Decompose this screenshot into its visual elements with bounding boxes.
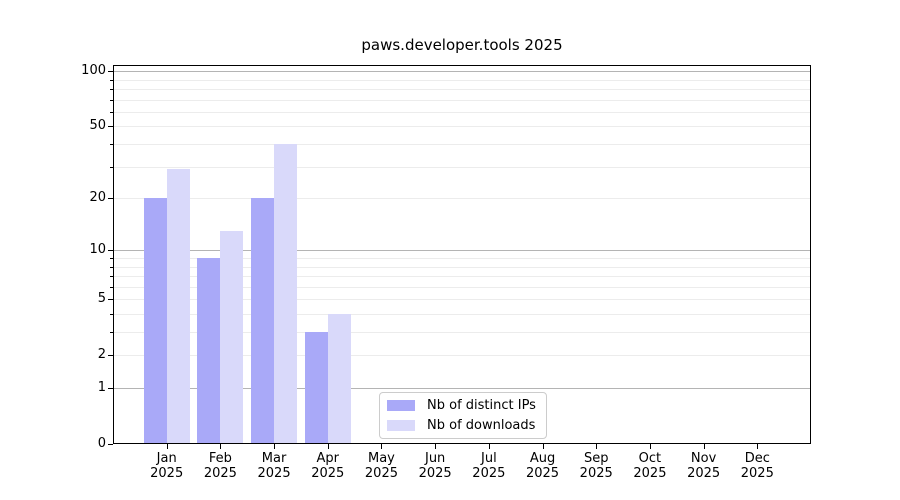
bar-downloads-feb xyxy=(220,231,243,444)
x-tick-month: Dec xyxy=(729,451,785,466)
x-tick-mark xyxy=(381,444,382,449)
x-tick-year: 2025 xyxy=(729,466,785,481)
x-tick-month: Jun xyxy=(407,451,463,466)
x-tick-mark xyxy=(435,444,436,449)
x-tick-label-nov: Nov2025 xyxy=(676,451,732,481)
chart-figure: paws.developer.tools 2025 0125102050100 … xyxy=(0,0,900,500)
x-tick-year: 2025 xyxy=(353,466,409,481)
x-tick-year: 2025 xyxy=(139,466,195,481)
x-tick-month: Jan xyxy=(139,451,195,466)
gridline-minor xyxy=(113,112,811,113)
x-tick-label-oct: Oct2025 xyxy=(622,451,678,481)
x-tick-month: Oct xyxy=(622,451,678,466)
y-tick-label: 20 xyxy=(40,190,106,206)
gridline-minor xyxy=(113,89,811,90)
x-tick-label-jan: Jan2025 xyxy=(139,451,195,481)
chart-title: paws.developer.tools 2025 xyxy=(113,36,811,54)
x-tick-mark xyxy=(167,444,168,449)
y-tick-label: 0 xyxy=(40,436,106,452)
legend-item-downloads: Nb of downloads xyxy=(387,418,536,433)
plot-area xyxy=(113,65,811,444)
x-tick-mark xyxy=(704,444,705,449)
x-tick-mark xyxy=(220,444,221,449)
x-tick-year: 2025 xyxy=(676,466,732,481)
y-tick-label: 50 xyxy=(40,118,106,134)
x-tick-month: Apr xyxy=(300,451,356,466)
x-tick-label-feb: Feb2025 xyxy=(192,451,248,481)
x-tick-mark xyxy=(757,444,758,449)
legend-item-distinct-ips: Nb of distinct IPs xyxy=(387,398,536,413)
gridline-minor xyxy=(113,126,811,127)
x-tick-label-jul: Jul2025 xyxy=(461,451,517,481)
x-tick-year: 2025 xyxy=(192,466,248,481)
x-tick-mark xyxy=(274,444,275,449)
bar-distinct-ips-apr xyxy=(305,332,328,444)
gridline-minor xyxy=(113,198,811,199)
bar-distinct-ips-mar xyxy=(251,198,274,444)
x-tick-label-jun: Jun2025 xyxy=(407,451,463,481)
x-tick-label-may: May2025 xyxy=(353,451,409,481)
bar-distinct-ips-feb xyxy=(197,258,220,444)
y-tick-label: 10 xyxy=(40,242,106,258)
x-tick-month: Mar xyxy=(246,451,302,466)
gridline-minor xyxy=(113,100,811,101)
x-tick-month: Nov xyxy=(676,451,732,466)
x-tick-month: May xyxy=(353,451,409,466)
x-tick-label-dec: Dec2025 xyxy=(729,451,785,481)
legend-swatch-distinct-ips xyxy=(387,400,415,411)
legend-label-downloads: Nb of downloads xyxy=(427,418,535,433)
x-tick-label-apr: Apr2025 xyxy=(300,451,356,481)
legend: Nb of distinct IPs Nb of downloads xyxy=(379,392,547,439)
x-tick-month: Jul xyxy=(461,451,517,466)
bar-distinct-ips-jan xyxy=(144,198,167,444)
x-tick-mark xyxy=(650,444,651,449)
x-tick-label-sep: Sep2025 xyxy=(568,451,624,481)
y-tick-mark xyxy=(108,444,113,445)
gridline-minor xyxy=(113,80,811,81)
x-tick-year: 2025 xyxy=(622,466,678,481)
x-tick-label-mar: Mar2025 xyxy=(246,451,302,481)
legend-label-distinct-ips: Nb of distinct IPs xyxy=(427,398,536,413)
gridline-minor xyxy=(113,167,811,168)
x-tick-year: 2025 xyxy=(461,466,517,481)
y-tick-label: 5 xyxy=(40,291,106,307)
y-tick-label: 2 xyxy=(40,347,106,363)
y-tick-label: 100 xyxy=(40,63,106,79)
legend-swatch-downloads xyxy=(387,420,415,431)
x-tick-mark xyxy=(328,444,329,449)
x-tick-year: 2025 xyxy=(407,466,463,481)
gridline-major xyxy=(113,250,811,251)
x-tick-mark xyxy=(489,444,490,449)
x-tick-month: Feb xyxy=(192,451,248,466)
x-tick-year: 2025 xyxy=(246,466,302,481)
bar-downloads-apr xyxy=(328,314,351,444)
x-tick-month: Sep xyxy=(568,451,624,466)
gridline-major xyxy=(113,71,811,72)
x-tick-year: 2025 xyxy=(515,466,571,481)
bar-downloads-mar xyxy=(274,144,297,444)
bar-downloads-jan xyxy=(167,169,190,444)
x-tick-year: 2025 xyxy=(300,466,356,481)
x-tick-year: 2025 xyxy=(568,466,624,481)
y-tick-label: 1 xyxy=(40,380,106,396)
x-tick-label-aug: Aug2025 xyxy=(515,451,571,481)
gridline-minor xyxy=(113,144,811,145)
x-tick-month: Aug xyxy=(515,451,571,466)
x-tick-mark xyxy=(596,444,597,449)
x-tick-mark xyxy=(543,444,544,449)
